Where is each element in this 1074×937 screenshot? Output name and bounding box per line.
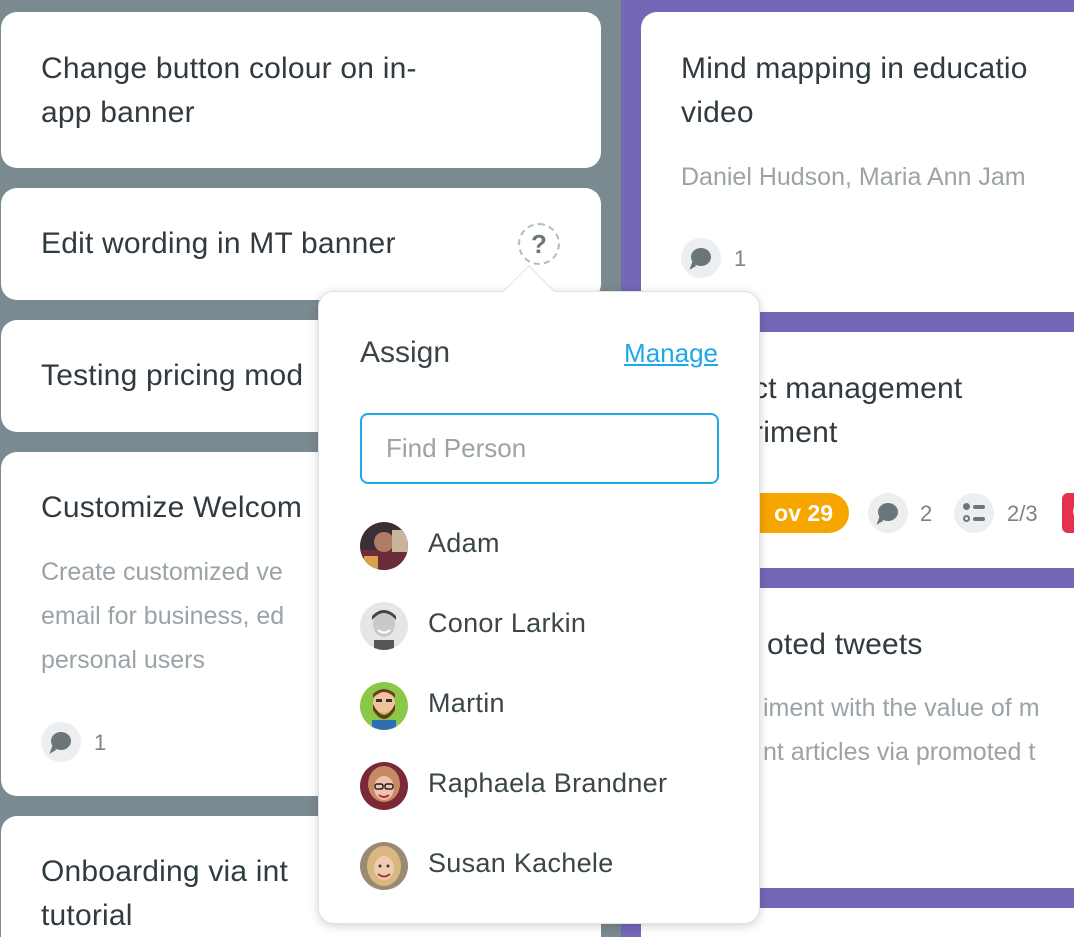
comment-count: 1 (94, 730, 107, 755)
person-name: Adam (428, 528, 500, 558)
tag-badge: G (1062, 493, 1074, 533)
card-title: ct management riment (753, 372, 963, 449)
popover-arrow-cover (500, 292, 560, 312)
person-name: Raphaela Brandner (428, 768, 668, 798)
card-assignees: Daniel Hudson, Maria Ann Jam (681, 163, 1026, 191)
card-title: Testing pricing mod (41, 359, 304, 392)
avatar (360, 602, 408, 650)
comment-count: 2 (920, 501, 933, 526)
comment-bubble-icon (868, 493, 908, 533)
person-item-raphaela-brandner[interactable]: Raphaela Brandner (360, 758, 720, 814)
comment-bubble-icon (41, 722, 81, 762)
assign-popover: Assign Manage Adam Conor Larkin Martin R… (318, 291, 760, 924)
card-title: Mind mapping in educatio video (681, 52, 1028, 129)
card-title: Onboarding via int tutorial (41, 855, 289, 932)
avatar (360, 682, 408, 730)
person-item-adam[interactable]: Adam (360, 518, 720, 574)
person-item-martin[interactable]: Martin (360, 678, 720, 734)
avatar (360, 522, 408, 570)
person-item-susan-kachele[interactable]: Susan Kachele (360, 838, 720, 894)
task-card-mind-mapping[interactable]: Mind mapping in educatio video Daniel Hu… (641, 12, 1074, 312)
person-name: Susan Kachele (428, 848, 614, 878)
card-description: Create customized ve email for business,… (41, 558, 285, 674)
manage-link[interactable]: Manage (624, 338, 718, 369)
comment-count: 1 (734, 246, 747, 271)
person-name: Martin (428, 688, 505, 718)
avatar (360, 762, 408, 810)
task-card-change-button-colour[interactable]: Change button colour on in- app banner (1, 12, 601, 168)
checklist-icon (954, 493, 994, 533)
find-person-input[interactable] (360, 413, 719, 484)
person-name: Conor Larkin (428, 608, 587, 638)
question-mark-icon[interactable]: ? (518, 223, 560, 265)
avatar (360, 842, 408, 890)
card-title: Change button colour on in- app banner (41, 52, 417, 129)
card-description: iment with the value of m nt articles vi… (763, 694, 1040, 766)
checklist-count: 2/3 (1007, 501, 1038, 526)
popover-title: Assign (360, 336, 451, 369)
card-title: oted tweets (767, 628, 923, 661)
card-title: Edit wording in MT banner (41, 227, 396, 260)
person-item-conor-larkin[interactable]: Conor Larkin (360, 598, 720, 654)
card-title: Customize Welcom (41, 491, 303, 524)
comment-bubble-icon (681, 238, 721, 278)
